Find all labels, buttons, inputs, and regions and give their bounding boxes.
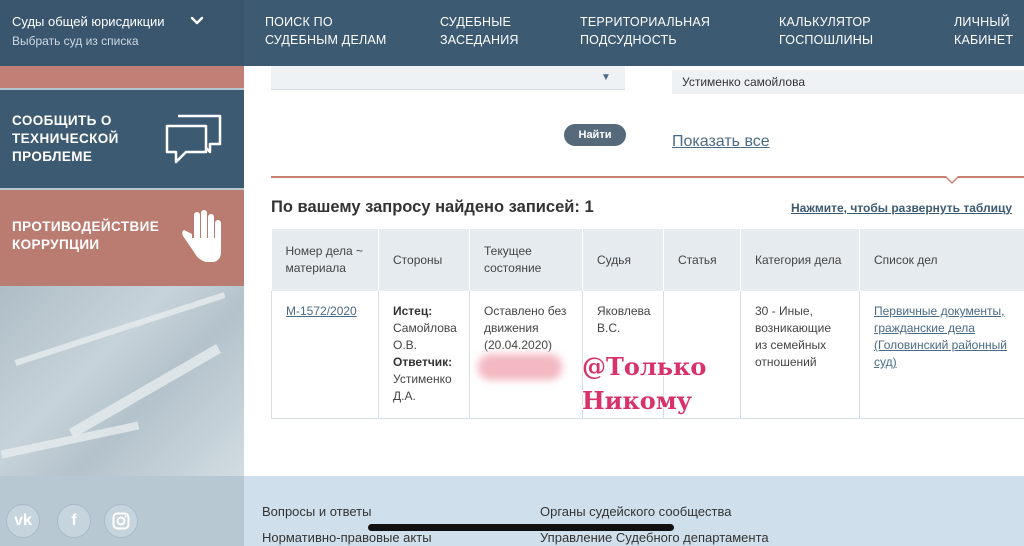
nav-court-hearings[interactable]: Судебные заседания	[440, 13, 519, 49]
vk-icon[interactable]: vk	[6, 504, 40, 538]
column-header-article[interactable]: Статья	[663, 229, 741, 291]
search-dropdown[interactable]: ▼	[271, 66, 625, 90]
report-technical-problem-button[interactable]: Сообщить о технической проблеме	[0, 90, 244, 188]
court-selector[interactable]: Суды общей юрисдикции Выбрать суд из спи…	[0, 0, 244, 66]
footer-link-court-department[interactable]: Управление Судебного департамента	[540, 530, 769, 545]
court-selector-title: Суды общей юрисдикции	[12, 14, 165, 29]
nav-court-hearings-line1: Судебные	[440, 15, 512, 29]
case-number-link[interactable]: М-1572/2020	[286, 304, 357, 318]
report-technical-problem-label: Сообщить о технической проблеме	[12, 112, 119, 166]
anti-label-line2: коррупции	[12, 237, 100, 252]
nav-territorial-line1: Территориальная	[580, 15, 711, 29]
chevron-down-icon[interactable]: ▼	[601, 72, 611, 83]
defendant-label: Ответчик:	[393, 355, 453, 369]
nav-case-search-line1: Поиск по	[265, 15, 333, 29]
plaintiff-name: Самойлова О.В.	[393, 321, 457, 352]
divider-notch-inner	[946, 176, 958, 182]
instagram-icon[interactable]	[104, 504, 138, 538]
court-selector-subtitle[interactable]: Выбрать суд из списка	[12, 34, 139, 48]
instagram-glyph	[112, 512, 130, 530]
column-header-state[interactable]: Текущее состояние	[469, 229, 583, 291]
chat-bubbles-icon	[165, 114, 222, 164]
cell-case-list: Первичные документы, гражданские дела (Г…	[859, 291, 1024, 419]
photo-streak	[68, 344, 222, 438]
show-all-link[interactable]: Показать все	[672, 133, 770, 151]
footer-link-judicial-bodies[interactable]: Органы судейского сообщества	[540, 504, 731, 519]
nav-personal-account-line2: кабинет	[954, 33, 1014, 47]
cell-case-number: М-1572/2020	[271, 291, 379, 419]
redaction-blur	[478, 354, 562, 380]
column-header-judge[interactable]: Судья	[582, 229, 664, 291]
party-name-field[interactable]: Устименко самойлова	[672, 70, 1024, 94]
anti-corruption-button[interactable]: Противодействие коррупции	[0, 190, 244, 286]
nav-fee-calculator-line2: госпошлины	[779, 33, 874, 47]
top-navigation-bar: Суды общей юрисдикции Выбрать суд из спи…	[0, 0, 1024, 66]
watermark-line2: Никому	[582, 386, 693, 415]
case-documents-link[interactable]: Первичные документы, гражданские дела (Г…	[874, 304, 1007, 369]
column-header-category[interactable]: Категория дела	[740, 229, 860, 291]
table-header-row: Номер дела ~ материала Стороны Текущее с…	[271, 229, 1024, 291]
defendant-name: Устименко Д.А.	[393, 372, 452, 403]
find-button[interactable]: Найти	[564, 124, 626, 146]
watermark-overlay: @Только Никому	[582, 350, 706, 418]
cell-parties: Истец: Самойлова О.В. Ответчик: Устименк…	[378, 291, 470, 419]
results-count-title: По вашему запросу найдено записей: 1	[271, 198, 594, 216]
anti-label-line1: Противодействие	[12, 219, 160, 234]
nav-court-hearings-line2: заседания	[440, 33, 519, 47]
nav-fee-calculator-line1: Калькулятор	[779, 15, 871, 29]
column-header-parties[interactable]: Стороны	[378, 229, 470, 291]
nav-case-search-line2: судебным делам	[265, 33, 387, 47]
facebook-icon[interactable]: f	[57, 504, 91, 538]
nav-personal-account[interactable]: Личный кабинет	[954, 13, 1013, 49]
section-divider	[271, 176, 1024, 178]
nav-personal-account-line1: Личный	[954, 15, 1010, 29]
sidebar: Сообщить о технической проблеме Противод…	[0, 66, 244, 476]
expand-table-link[interactable]: Нажмите, чтобы развернуть таблицу	[791, 201, 1012, 215]
tech-label-line2: технической	[12, 131, 119, 146]
column-header-case-number[interactable]: Номер дела ~ материала	[271, 229, 379, 291]
watermark-line1: @Только	[582, 352, 707, 381]
nav-fee-calculator[interactable]: Калькулятор госпошлины	[779, 13, 873, 49]
footer-link-legal-acts[interactable]: Нормативно-правовые акты	[262, 530, 432, 545]
photo-streak	[14, 292, 226, 366]
nav-case-search[interactable]: Поиск по судебным делам	[265, 13, 387, 49]
tech-label-line1: Сообщить о	[12, 113, 112, 128]
plaintiff-label: Истец:	[393, 304, 433, 318]
hand-icon	[182, 210, 221, 262]
nav-territorial-line2: подсудность	[580, 33, 677, 47]
column-header-case-list[interactable]: Список дел	[859, 229, 1024, 291]
sidebar-top-block	[0, 66, 244, 88]
nav-territorial-jurisdiction[interactable]: Территориальная подсудность	[580, 13, 710, 49]
sidebar-background-photo	[0, 286, 244, 476]
footer-link-faq[interactable]: Вопросы и ответы	[262, 504, 371, 519]
tech-label-line3: проблеме	[12, 149, 93, 164]
anti-corruption-label: Противодействие коррупции	[12, 218, 159, 254]
home-indicator-bar[interactable]	[368, 524, 674, 531]
chevron-down-icon[interactable]	[190, 14, 204, 28]
cell-category: 30 - Иные, возникающие из семейных отнош…	[740, 291, 860, 419]
